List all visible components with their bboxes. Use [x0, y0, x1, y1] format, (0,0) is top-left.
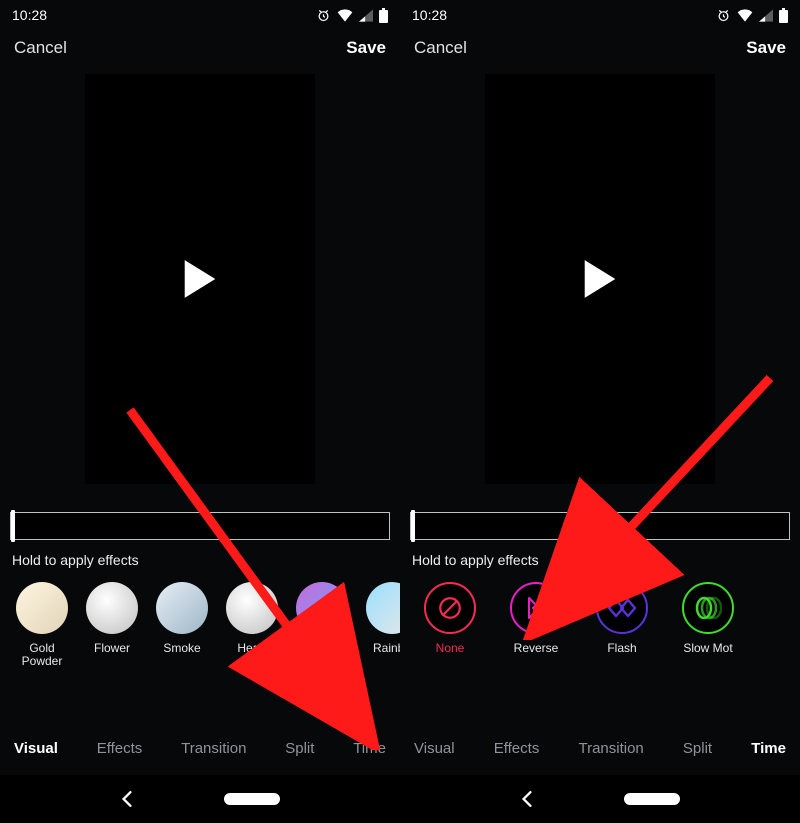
tab-time[interactable]: Time [353, 740, 386, 757]
video-preview[interactable] [85, 74, 315, 484]
flash-icon[interactable] [596, 582, 648, 634]
effect-none[interactable]: None [422, 582, 478, 668]
effect-flash[interactable]: Flash [594, 582, 650, 668]
header: Cancel Save [400, 30, 800, 64]
timeline[interactable] [410, 512, 790, 540]
timeline[interactable] [10, 512, 390, 540]
wifi-icon [737, 8, 753, 22]
apply-hint: Hold to apply effects [400, 540, 800, 578]
signal-icon [759, 9, 773, 22]
effect-thumb[interactable] [156, 582, 208, 634]
alarm-icon [716, 8, 731, 23]
nav-back-icon[interactable] [520, 791, 534, 807]
effect-slow-motion[interactable]: Slow Mot [680, 582, 736, 668]
nav-back-icon[interactable] [120, 791, 134, 807]
status-bar: 10:28 [400, 0, 800, 30]
header: Cancel Save [0, 30, 400, 64]
effects-strip: Gold Powder Flower Smoke Heart Neon Rainbo [0, 578, 400, 668]
android-nav [400, 775, 800, 823]
effect-gold-powder[interactable]: Gold Powder [14, 582, 70, 668]
play-icon[interactable] [182, 259, 218, 299]
none-icon[interactable] [424, 582, 476, 634]
category-tabs: Visual Effects Transition Split Time [0, 728, 400, 771]
tab-effects[interactable]: Effects [97, 740, 143, 757]
status-bar: 10:28 [0, 0, 400, 30]
cancel-button[interactable]: Cancel [14, 38, 67, 58]
battery-icon [779, 8, 788, 23]
timeline-cursor[interactable] [11, 510, 15, 542]
apply-hint: Hold to apply effects [0, 540, 400, 578]
effect-heart[interactable]: Heart [224, 582, 280, 668]
effect-thumb[interactable] [366, 582, 400, 634]
tab-transition[interactable]: Transition [181, 740, 246, 757]
effect-flower[interactable]: Flower [84, 582, 140, 668]
effect-rainbow[interactable]: Rainbo [364, 582, 400, 668]
effect-label: Rainbo [373, 642, 400, 668]
effect-label: Heart [237, 642, 266, 668]
screenshot-left: 10:28 Cancel Save Hold to apply effects … [0, 0, 400, 823]
status-time: 10:28 [412, 7, 447, 23]
effect-label: Gold Powder [22, 642, 63, 668]
battery-icon [379, 8, 388, 23]
slow-motion-icon[interactable] [682, 582, 734, 634]
effect-label: Neon [308, 642, 337, 668]
effect-label: None [436, 642, 465, 668]
tab-transition[interactable]: Transition [578, 740, 643, 757]
signal-icon [359, 9, 373, 22]
status-time: 10:28 [12, 7, 47, 23]
effect-thumb[interactable] [86, 582, 138, 634]
android-nav [0, 775, 400, 823]
nav-home-pill[interactable] [224, 793, 280, 805]
effect-label: Flash [607, 642, 636, 668]
play-icon[interactable] [582, 259, 618, 299]
effect-label: Smoke [163, 642, 200, 668]
effect-thumb[interactable] [16, 582, 68, 634]
wifi-icon [337, 8, 353, 22]
save-button[interactable]: Save [346, 38, 386, 58]
reverse-icon[interactable] [510, 582, 562, 634]
tab-effects[interactable]: Effects [494, 740, 540, 757]
timeline-cursor[interactable] [411, 510, 415, 542]
effect-thumb[interactable] [226, 582, 278, 634]
tab-time[interactable]: Time [751, 740, 786, 757]
effect-smoke[interactable]: Smoke [154, 582, 210, 668]
tab-visual[interactable]: Visual [14, 740, 58, 757]
effect-label: Slow Mot [683, 642, 732, 668]
effect-label: Flower [94, 642, 130, 668]
cancel-button[interactable]: Cancel [414, 38, 467, 58]
tab-split[interactable]: Split [285, 740, 314, 757]
status-icons [716, 8, 788, 23]
effects-strip: None Reverse Flash Slow Mot [400, 578, 800, 668]
nav-home-pill[interactable] [624, 793, 680, 805]
effect-thumb[interactable] [296, 582, 348, 634]
alarm-icon [316, 8, 331, 23]
category-tabs: Visual Effects Transition Split Time [400, 728, 800, 771]
tab-visual[interactable]: Visual [414, 740, 455, 757]
tab-split[interactable]: Split [683, 740, 712, 757]
screenshot-right: 10:28 Cancel Save Hold to apply effects … [400, 0, 800, 823]
effect-reverse[interactable]: Reverse [508, 582, 564, 668]
video-preview[interactable] [485, 74, 715, 484]
effect-label: Reverse [514, 642, 559, 668]
status-icons [316, 8, 388, 23]
save-button[interactable]: Save [746, 38, 786, 58]
effect-neon[interactable]: Neon [294, 582, 350, 668]
